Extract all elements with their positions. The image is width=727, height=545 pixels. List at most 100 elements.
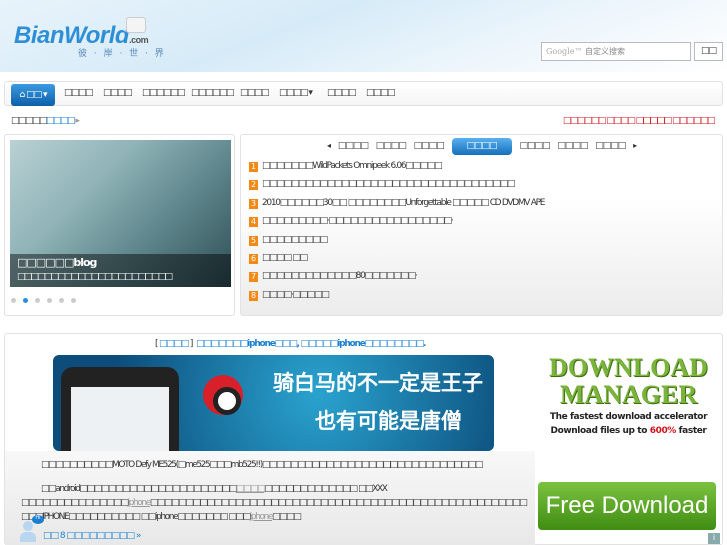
rank-badge: 3 [249, 198, 258, 209]
nav-item-dropdown[interactable]: □□□□ ▾ [279, 88, 313, 98]
nav-item[interactable]: □□□□ [366, 88, 396, 98]
news-title[interactable]: □□□□□□□□□ [262, 235, 328, 245]
banner-slogan: 骑白马的不一定是王子 [273, 371, 483, 395]
search-button[interactable]: □□ [694, 42, 723, 61]
download-manager-ad[interactable]: DOWNLOAD MANAGER The fastest download ac… [535, 354, 722, 544]
text: □□android□□□□□□□□□□□□□□□□□□□□□□ [41, 484, 237, 494]
breadcrumb-link[interactable]: □□□□ [46, 116, 76, 126]
ad-tagline-highlight: 600% [649, 426, 677, 436]
article-panel: [ □□□□ ] □□□□□□□iphone□□□, □□□□□iphone□□… [4, 333, 723, 545]
ad-title: DOWNLOAD [549, 353, 708, 382]
news-title[interactable]: □□□□ □□ [262, 253, 308, 263]
slide-desc: □□□□□□□□□□□□□□□□□□□□□□□ [17, 272, 173, 282]
google-brand: Google™ [546, 47, 583, 56]
nav-item[interactable]: □□□□ [240, 88, 270, 98]
phone-image [61, 367, 179, 451]
weibo-mascot-image [203, 375, 243, 415]
tabs-next-icon[interactable]: ▸ [633, 141, 637, 150]
news-item[interactable]: 6 □□□□ □□ [249, 253, 714, 271]
hot-links[interactable]: □□□□□□ □□□□ □□□□□ □□□□□□ [554, 116, 716, 126]
ad-tagline: The fastest download accelerator [549, 412, 708, 422]
search-placeholder: 自定义搜索 [584, 47, 625, 56]
news-item[interactable]: 4 □□□□□□□□□·□□□□□□□□□□□□□□□□□· [249, 216, 714, 234]
news-title[interactable]: □□□□□□□□□□□□□□□□□□□□□□□□□□□□□□□□□□□ [262, 179, 515, 189]
article-title[interactable]: □□□□□□□iphone□□□, □□□□□iphone□□□□□□□□. [196, 339, 426, 349]
slide-dot[interactable] [35, 298, 40, 303]
news-tab[interactable]: □□□□ [414, 141, 445, 151]
news-title[interactable]: 2010□□□□□□30□□ □□□□□□□□Unforgettable □□□… [262, 198, 545, 208]
nav-item[interactable]: □□□□□□ [142, 88, 186, 98]
article-category[interactable]: □□□□ [159, 339, 189, 349]
user-avatar-icon: Hi [18, 515, 44, 543]
rank-badge: 1 [249, 162, 258, 172]
article-body: □□□□□□□□□□MOTO Defy ME525(□me525□□□mb525… [5, 451, 535, 545]
news-item[interactable]: 1 □□□□□□□WildPackets Omnipeek 6.06□□□□□ [249, 161, 714, 179]
news-tab-active[interactable]: □□□□ [451, 138, 512, 155]
article-paragraph: □□□□□□□□□□MOTO Defy ME525(□me525□□□mb525… [41, 460, 483, 470]
article-paragraph: □□android□□□□□□□□□□□□□□□□□□□□□□□□□□□□□□□… [21, 482, 531, 524]
inline-link[interactable]: □□□□ [236, 484, 266, 494]
hi-badge: Hi [32, 515, 44, 524]
breadcrumb-arrow-icon: ▸ [75, 116, 80, 126]
news-title[interactable]: □□□□□□□□□·□□□□□□□□□□□□□□□□□· [262, 216, 454, 226]
rank-badge: 4 [249, 217, 258, 228]
slide-dot[interactable] [59, 298, 64, 303]
breadcrumb: □□□□□□□□□ ▸ [11, 116, 211, 126]
comments-link[interactable]: □□ 8 □□□□□□□□□ » [43, 531, 243, 541]
slide-title: □□□□□□blog [17, 256, 97, 269]
news-item[interactable]: 8 □□□□·□□□□□ [249, 290, 714, 308]
rank-badge: 5 [249, 235, 258, 246]
rank-badge: 7 [249, 272, 258, 283]
breadcrumb-prefix: □□□□□ [11, 116, 48, 126]
news-tab[interactable]: □□□□ [376, 141, 407, 151]
news-tab[interactable]: □□□□ [557, 141, 588, 151]
rank-badge: 2 [249, 180, 258, 191]
site-header: BianWorld.com 彼 · 岸 · 世 · 界 Google™ 自定义搜… [0, 0, 727, 72]
inline-link[interactable]: iphone [128, 498, 152, 508]
ad-tagline-text: Download files up to [550, 426, 650, 436]
rank-badge: 8 [249, 290, 258, 301]
news-item[interactable]: 7 □□□□□□□□□□□□□80□□□□□□□· [249, 271, 714, 289]
news-title[interactable]: □□□□·□□□□□ [262, 290, 330, 300]
news-tabs: ◂ □□□□ □□□□ □□□□ □□□□ □□□□ □□□□ □□□□ ▸ [327, 138, 667, 156]
article-headline: [ □□□□ ] □□□□□□□iphone□□□, □□□□□iphone□□… [155, 339, 426, 349]
search-input[interactable]: Google™ 自定义搜索 [541, 42, 691, 61]
news-item[interactable]: 5 □□□□□□□□□ [249, 235, 714, 253]
ad-title: MANAGER [559, 380, 698, 409]
speech-bubble-icon [126, 17, 146, 33]
news-tab[interactable]: □□□□ [519, 141, 550, 151]
news-item[interactable]: 2 □□□□□□□□□□□□□□□□□□□□□□□□□□□□□□□□□□□ [249, 179, 714, 197]
inline-link[interactable]: iphone [250, 512, 274, 522]
tabs-prev-icon[interactable]: ◂ [327, 141, 331, 150]
rank-badge: 6 [249, 253, 258, 264]
ad-info-icon[interactable]: i [708, 533, 720, 544]
article-banner-image[interactable]: 骑白马的不一定是王子 也有可能是唐僧 [53, 355, 494, 451]
nav-item[interactable]: □□□□ [103, 88, 133, 98]
logo-text: BianWorld [14, 22, 130, 49]
nav-item[interactable]: □□□□ [64, 88, 94, 98]
slide-dot-active[interactable] [23, 298, 28, 303]
news-tab[interactable]: □□□□ [338, 141, 369, 151]
news-item[interactable]: 3 2010□□□□□□30□□ □□□□□□□□Unforgettable □□… [249, 198, 714, 216]
free-download-button[interactable]: Free Download [538, 482, 716, 530]
slide-dot[interactable] [47, 298, 52, 303]
news-title[interactable]: □□□□□□□WildPackets Omnipeek 6.06□□□□□ [262, 161, 443, 171]
nav-item[interactable]: □□□□ [327, 88, 357, 98]
image-slider: □□□□□□blog □□□□□□□□□□□□□□□□□□□□□□□ [4, 134, 235, 316]
news-list: 1 □□□□□□□WildPackets Omnipeek 6.06□□□□□ 2… [249, 161, 714, 308]
news-tab[interactable]: □□□□ [595, 141, 626, 151]
news-title[interactable]: □□□□□□□□□□□□□80□□□□□□□· [262, 271, 418, 281]
main-nav: ⌂ □□ ▾ □□□□ □□□□ □□□□□□ □□□□□□ □□□□ □□□□… [4, 81, 723, 106]
nav-home-button[interactable]: ⌂ □□ ▾ [11, 84, 55, 106]
slide-caption[interactable]: □□□□□□blog □□□□□□□□□□□□□□□□□□□□□□□ [10, 254, 231, 287]
slide-dot[interactable] [11, 298, 16, 303]
ad-tagline: Download files up to 600% faster [535, 426, 722, 436]
nav-item[interactable]: □□□□□□ [191, 88, 235, 98]
banner-slogan: 也有可能是唐僧 [315, 409, 462, 433]
logo-suffix: .com [129, 35, 149, 45]
slide-dots [11, 295, 83, 306]
news-panel: ◂ □□□□ □□□□ □□□□ □□□□ □□□□ □□□□ □□□□ ▸ 1… [240, 134, 723, 316]
slide-dot[interactable] [71, 298, 76, 303]
ad-tagline-text: faster [675, 426, 707, 436]
logo-subtitle: 彼 · 岸 · 世 · 界 [78, 49, 166, 59]
